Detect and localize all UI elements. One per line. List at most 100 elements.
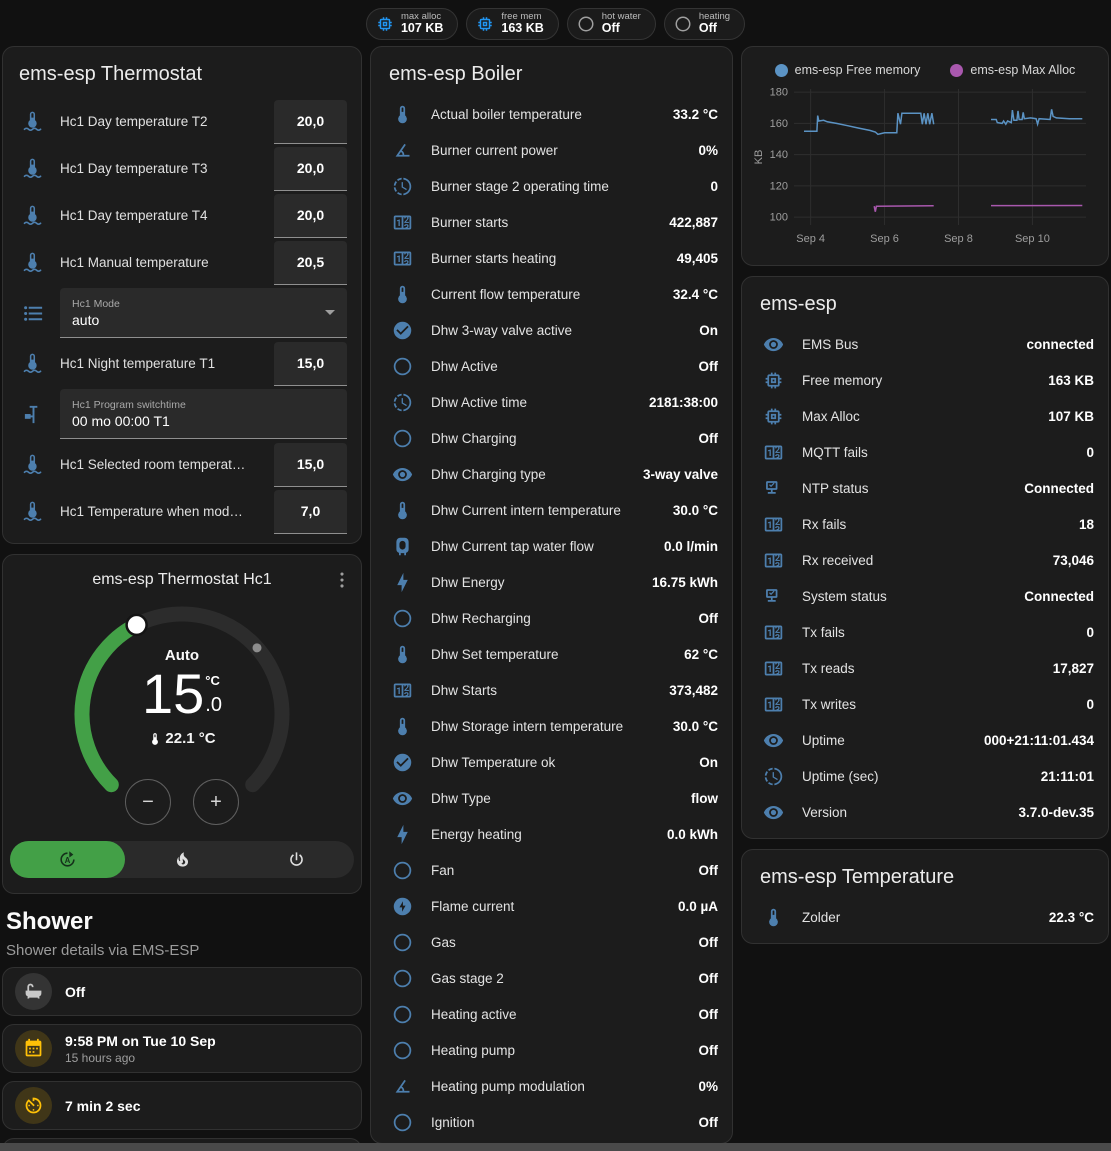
value-box[interactable]: Hc1 Program switchtime 00 mo 00:00 T1 xyxy=(60,389,347,439)
entity-row[interactable]: Tx reads 17,827 xyxy=(756,650,1094,686)
entity-row[interactable]: Hc1 Program switchtime 00 mo 00:00 T1 xyxy=(15,387,349,441)
legend-item[interactable]: ems-esp Free memory xyxy=(775,63,921,77)
entity-row[interactable]: Zolder 22.3 °C xyxy=(756,899,1094,935)
counter-icon xyxy=(392,680,413,701)
entity-value: 30.0 °C xyxy=(673,503,718,518)
entity-row[interactable]: Energy heating 0.0 kWh xyxy=(385,816,718,852)
memory-icon xyxy=(376,15,394,33)
value-box[interactable]: Hc1 Mode auto xyxy=(60,288,347,338)
entity-label: Uptime xyxy=(802,733,976,748)
entity-row[interactable]: Current flow temperature 32.4 °C xyxy=(385,276,718,312)
timer-icon xyxy=(15,1087,52,1124)
entity-row[interactable]: Hc1 Temperature when mod… 7,0 xyxy=(15,488,349,535)
value-box[interactable]: 15,0 xyxy=(274,342,347,386)
status-chip[interactable]: hot water Off xyxy=(567,8,656,40)
entity-value: 16.75 kWh xyxy=(652,575,718,590)
box-value: 20,5 xyxy=(297,254,324,270)
entity-row[interactable]: Dhw Charging Off xyxy=(385,420,718,456)
value-box[interactable]: 20,0 xyxy=(274,194,347,238)
entity-row[interactable]: Dhw Active time 2181:38:00 xyxy=(385,384,718,420)
entity-row[interactable]: EMS Bus connected xyxy=(756,326,1094,362)
entity-row[interactable]: Dhw Current tap water flow 0.0 l/min xyxy=(385,528,718,564)
shower-item-value: 9:58 PM on Tue 10 Sep xyxy=(65,1033,216,1049)
entity-row[interactable]: Version 3.7.0-dev.35 xyxy=(756,794,1094,830)
entity-label: Burner current power xyxy=(431,143,690,158)
entity-row[interactable]: Actual boiler temperature 33.2 °C xyxy=(385,96,718,132)
entity-row[interactable]: Hc1 Day temperature T3 20,0 xyxy=(15,145,349,192)
entity-row[interactable]: Hc1 Day temperature T4 20,0 xyxy=(15,192,349,239)
dial-handle[interactable] xyxy=(127,615,147,635)
decrease-temp-button[interactable]: − xyxy=(125,779,171,825)
entity-row[interactable]: Dhw Recharging Off xyxy=(385,600,718,636)
entity-row[interactable]: MQTT fails 0 xyxy=(756,434,1094,470)
entity-row[interactable]: Dhw Charging type 3-way valve xyxy=(385,456,718,492)
entity-row[interactable]: Rx received 73,046 xyxy=(756,542,1094,578)
entity-row[interactable]: Dhw Energy 16.75 kWh xyxy=(385,564,718,600)
hvac-mode-button[interactable] xyxy=(239,841,354,878)
entity-row[interactable]: Gas stage 2 Off xyxy=(385,960,718,996)
entity-row[interactable]: Dhw 3-way valve active On xyxy=(385,312,718,348)
svg-text:160: 160 xyxy=(770,118,788,130)
entity-row[interactable]: Dhw Current intern temperature 30.0 °C xyxy=(385,492,718,528)
shower-item[interactable]: Off xyxy=(2,967,362,1016)
value-box[interactable]: 20,5 xyxy=(274,241,347,285)
entity-row[interactable]: Dhw Type flow xyxy=(385,780,718,816)
status-chip[interactable]: heating Off xyxy=(664,8,745,40)
value-box[interactable]: 15,0 xyxy=(274,443,347,487)
entity-row[interactable]: Ignition Off xyxy=(385,1104,718,1140)
entity-row[interactable]: Tx writes 0 xyxy=(756,686,1094,722)
entity-row[interactable]: Fan Off xyxy=(385,852,718,888)
chip-value: Off xyxy=(699,22,730,36)
water-boiler-icon xyxy=(392,536,413,557)
status-chip[interactable]: free mem 163 KB xyxy=(466,8,558,40)
entity-row[interactable]: System status Connected xyxy=(756,578,1094,614)
entity-row[interactable]: Burner current power 0% xyxy=(385,132,718,168)
hvac-mode-button[interactable] xyxy=(125,841,240,878)
entity-row[interactable]: Uptime (sec) 21:11:01 xyxy=(756,758,1094,794)
entity-row[interactable]: Hc1 Selected room temperat… 15,0 xyxy=(15,441,349,488)
entity-row[interactable]: Gas Off xyxy=(385,924,718,960)
hvac-mode-button[interactable]: A xyxy=(10,841,125,878)
legend-item[interactable]: ems-esp Max Alloc xyxy=(950,63,1075,77)
entity-label: Heating pump xyxy=(431,1043,691,1058)
entity-row[interactable]: Burner stage 2 operating time 0 xyxy=(385,168,718,204)
bottom-scrollbar[interactable] xyxy=(0,1143,1111,1151)
value-box[interactable]: 7,0 xyxy=(274,490,347,534)
entity-row[interactable]: Max Alloc 107 KB xyxy=(756,398,1094,434)
entity-row[interactable]: Heating active Off xyxy=(385,996,718,1032)
entity-row[interactable]: Dhw Active Off xyxy=(385,348,718,384)
memory-chart-card[interactable]: ems-esp Free memory ems-esp Max Alloc 10… xyxy=(741,46,1109,266)
entity-row[interactable]: Burner starts heating 49,405 xyxy=(385,240,718,276)
entity-row[interactable]: Free memory 163 KB xyxy=(756,362,1094,398)
value-box[interactable]: 20,0 xyxy=(274,147,347,191)
current-temp-marker xyxy=(253,643,262,652)
entity-row[interactable]: Hc1 Night temperature T1 15,0 xyxy=(15,340,349,387)
svg-text:180: 180 xyxy=(770,87,788,99)
value-box[interactable]: 20,0 xyxy=(274,100,347,144)
entity-row[interactable]: Dhw Starts 373,482 xyxy=(385,672,718,708)
memory-icon xyxy=(476,15,494,33)
entity-row[interactable]: Tx fails 0 xyxy=(756,614,1094,650)
entity-row[interactable]: Hc1 Manual temperature 20,5 xyxy=(15,239,349,286)
entity-row[interactable]: Dhw Set temperature 62 °C xyxy=(385,636,718,672)
entity-row[interactable]: Flame current 0.0 µA xyxy=(385,888,718,924)
entity-row[interactable]: Uptime 000+21:11:01.434 xyxy=(756,722,1094,758)
entity-row[interactable]: Heating pump Off xyxy=(385,1032,718,1068)
entity-label: Tx reads xyxy=(802,661,1045,676)
entity-row[interactable]: Dhw Temperature ok On xyxy=(385,744,718,780)
entity-row[interactable]: NTP status Connected xyxy=(756,470,1094,506)
entity-row[interactable]: Rx fails 18 xyxy=(756,506,1094,542)
network-check-icon xyxy=(763,478,784,499)
shower-item-value: Off xyxy=(65,984,85,1000)
eye-icon xyxy=(763,802,784,823)
entity-row[interactable]: Burner starts 422,887 xyxy=(385,204,718,240)
entity-row[interactable]: Hc1 Mode auto xyxy=(15,286,349,340)
increase-temp-button[interactable]: + xyxy=(193,779,239,825)
shower-item[interactable]: 7 min 2 sec xyxy=(2,1081,362,1130)
entity-row[interactable]: Dhw Storage intern temperature 30.0 °C xyxy=(385,708,718,744)
shower-item[interactable]: 9:58 PM on Tue 10 Sep 15 hours ago xyxy=(2,1024,362,1073)
more-menu-icon[interactable] xyxy=(331,569,353,591)
status-chip[interactable]: max alloc 107 KB xyxy=(366,8,458,40)
entity-row[interactable]: Heating pump modulation 0% xyxy=(385,1068,718,1104)
entity-row[interactable]: Hc1 Day temperature T2 20,0 xyxy=(15,98,349,145)
